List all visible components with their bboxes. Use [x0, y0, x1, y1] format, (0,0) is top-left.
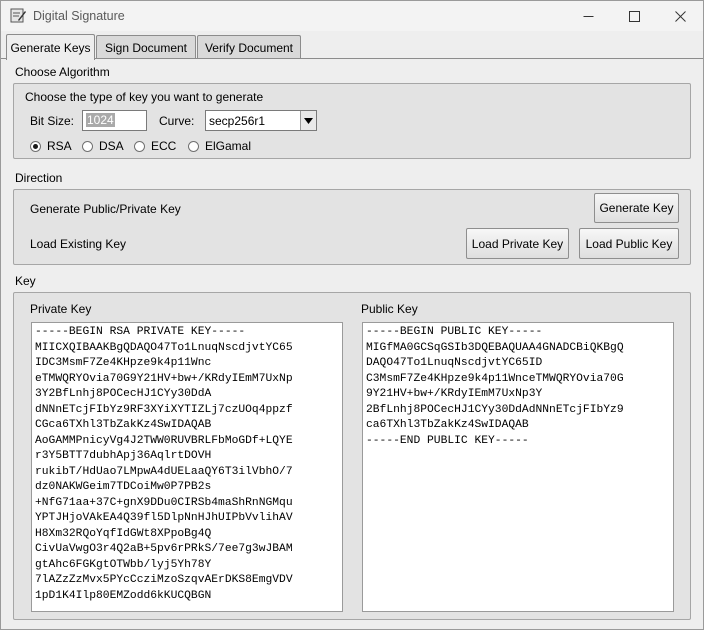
maximize-icon — [628, 10, 640, 22]
app-icon — [10, 8, 26, 23]
window-title: Digital Signature — [33, 9, 125, 23]
maximize-button[interactable] — [611, 1, 657, 31]
tab-generate-keys[interactable]: Generate Keys — [6, 34, 95, 60]
tab-panel-border — [1, 58, 703, 59]
tab-verify-document[interactable]: Verify Document — [197, 35, 301, 59]
public-key-textarea[interactable]: -----BEGIN PUBLIC KEY----- MIGfMA0GCSqGS… — [362, 322, 674, 612]
load-private-key-button[interactable]: Load Private Key — [466, 228, 569, 259]
generate-key-button[interactable]: Generate Key — [594, 193, 679, 223]
curve-selected-value: secp256r1 — [209, 114, 266, 128]
close-icon — [674, 10, 686, 22]
radio-ecc-indicator — [134, 140, 145, 152]
radio-dsa-indicator — [82, 140, 93, 152]
curve-dropdown-button[interactable] — [300, 111, 316, 130]
minimize-icon — [583, 15, 593, 17]
chevron-down-icon — [304, 117, 313, 124]
bit-size-input[interactable]: 1024 — [82, 110, 147, 131]
bit-size-value: 1024 — [86, 113, 115, 127]
title-bar[interactable]: Digital Signature — [1, 1, 703, 31]
bit-size-label: Bit Size: — [30, 114, 75, 128]
public-key-label: Public Key — [361, 302, 418, 316]
minimize-button[interactable] — [565, 1, 611, 31]
load-public-key-button[interactable]: Load Public Key — [579, 228, 679, 259]
generate-key-label: Generate Public/Private Key — [30, 202, 181, 216]
radio-ecc[interactable]: ECC — [134, 138, 176, 154]
direction-title: Direction — [15, 171, 63, 185]
key-title: Key — [15, 274, 36, 288]
curve-select[interactable]: secp256r1 — [205, 110, 317, 131]
load-key-label: Load Existing Key — [30, 237, 127, 251]
radio-dsa[interactable]: DSA — [82, 138, 124, 154]
choose-algorithm-title: Choose Algorithm — [15, 65, 110, 79]
radio-rsa-indicator — [30, 140, 41, 152]
curve-label: Curve: — [159, 114, 195, 128]
tab-sign-document[interactable]: Sign Document — [96, 35, 196, 59]
radio-elgamal-indicator — [188, 140, 199, 152]
radio-rsa-label: RSA — [47, 139, 72, 153]
tab-bar: Generate Keys Sign Document Verify Docum… — [1, 31, 703, 60]
algorithm-prompt: Choose the type of key you want to gener… — [25, 90, 264, 104]
private-key-label: Private Key — [30, 302, 92, 316]
close-button[interactable] — [657, 1, 703, 31]
radio-dsa-label: DSA — [99, 139, 124, 153]
private-key-textarea[interactable]: -----BEGIN RSA PRIVATE KEY----- MIICXQIB… — [31, 322, 343, 612]
radio-elgamal[interactable]: ElGamal — [188, 138, 251, 154]
radio-elgamal-label: ElGamal — [205, 139, 252, 153]
radio-ecc-label: ECC — [151, 139, 177, 153]
radio-rsa[interactable]: RSA — [30, 138, 72, 154]
app-window: Digital Signature Generate Keys Sign Doc… — [0, 0, 704, 630]
